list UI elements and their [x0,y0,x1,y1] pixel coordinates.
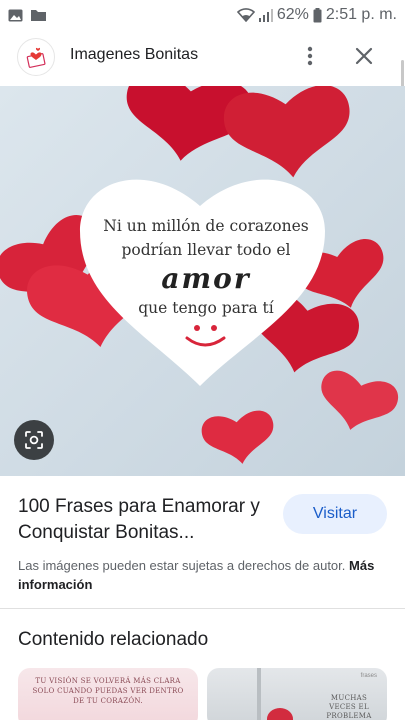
caption-line: Ni un millón de corazones [103,217,309,235]
status-left [8,9,46,22]
status-bar: 62% 2:51 p. m. [0,0,405,30]
thumbnail-brand: frases [360,673,377,679]
visit-button[interactable]: Visitar [283,494,387,534]
caption-line: podrían llevar todo el [121,241,291,259]
heart-shape [312,367,402,440]
battery-percent: 62% [276,6,309,23]
result-title[interactable]: 100 Frases para Enamorar y Conquistar Bo… [18,494,273,546]
status-right: 62% 2:51 p. m. [236,6,397,24]
heart-envelope-icon [26,47,46,68]
heart-shape [199,408,279,469]
lens-search-button[interactable] [14,420,54,460]
main-image[interactable]: Ni un millón de corazones podrían llevar… [0,86,405,476]
thumbnail-caption: Muchas veces el problema está en que tu [326,694,372,720]
divider [0,608,405,609]
more-options-button[interactable] [296,42,324,70]
site-logo[interactable] [17,38,55,76]
more-vert-icon [307,46,313,66]
heart-ornament [267,708,293,720]
tree-branch [257,668,261,720]
close-button[interactable] [350,42,378,70]
clock: 2:51 p. m. [325,6,397,23]
signal-icon [258,8,273,22]
caption-amor: amor [161,262,251,295]
smile-eye [211,325,217,331]
related-heading: Contenido relacionado [18,629,209,650]
wifi-icon [236,8,255,22]
related-thumbnail[interactable]: frases Muchas veces el problema está en … [207,668,387,720]
folder-icon [31,10,46,21]
gallery-icon [8,9,23,21]
thumbnail-caption: Tu visión se volverá más clara solo cuan… [32,677,184,705]
related-thumbnail[interactable]: Tu visión se volverá más clara solo cuan… [18,668,198,720]
battery-icon [313,7,322,22]
copyright-text: Las imágenes pueden estar sujetas a dere… [18,558,346,573]
close-icon [355,47,373,65]
heart-shape [221,86,356,184]
image-caption: Ni un millón de corazones podrían llevar… [90,214,322,320]
copyright-notice: Las imágenes pueden estar sujetas a dere… [18,556,390,594]
viewer-header: Imagenes Bonitas [0,30,405,84]
lens-icon [25,431,43,449]
caption-line: que tengo para tí [138,299,274,317]
smile-eye [194,325,200,331]
site-name[interactable]: Imagenes Bonitas [70,46,198,64]
